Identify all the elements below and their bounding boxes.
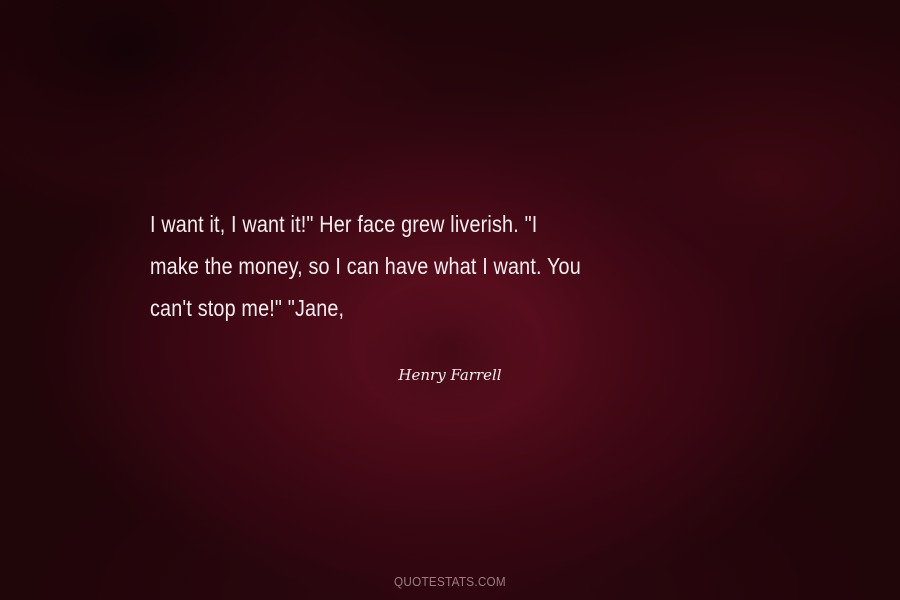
quote-line: I want it, I want it!" Her face grew liv… — [150, 211, 538, 237]
quote-line: can't stop me!" "Jane, — [150, 295, 345, 321]
quote-line: make the money, so I can have what I wan… — [150, 253, 581, 279]
quote-author[interactable]: Henry Farrell — [0, 366, 900, 384]
quote-card: I want it, I want it!" Her face grew liv… — [0, 0, 900, 600]
corner-shadow — [0, 0, 320, 180]
quote-text: I want it, I want it!" Her face grew liv… — [150, 203, 683, 329]
site-watermark: QUOTESTATS.COM — [394, 574, 506, 589]
